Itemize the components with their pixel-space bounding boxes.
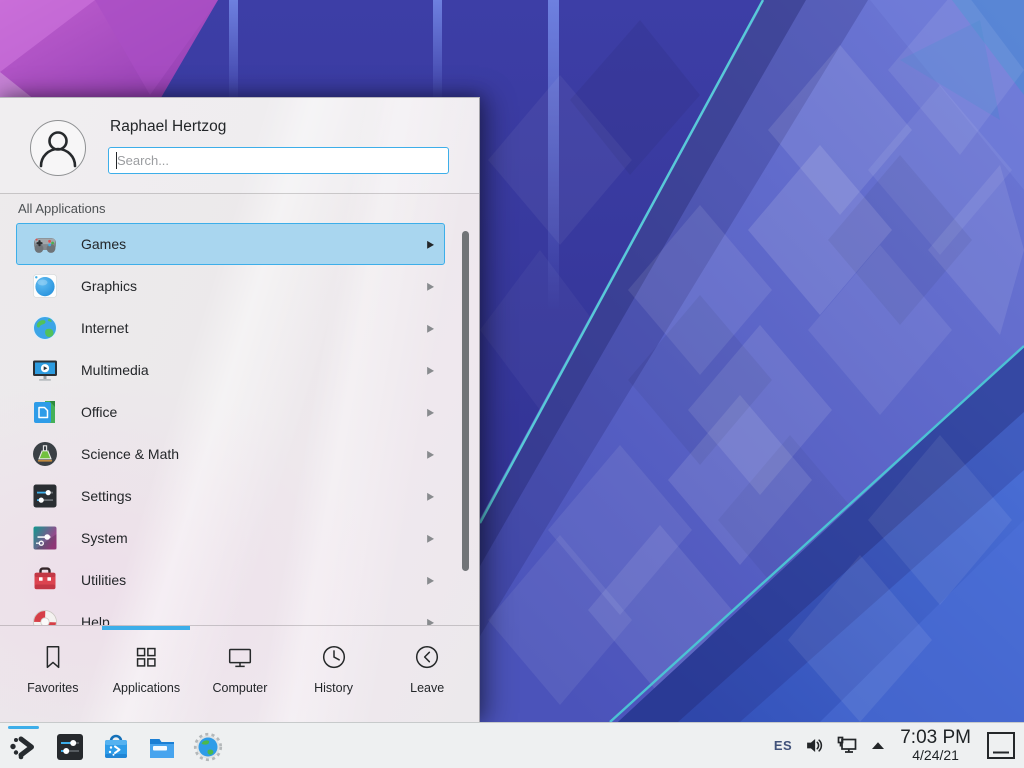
menu-item-multimedia[interactable]: Multimedia ▶ — [16, 349, 445, 391]
gamepad-icon — [31, 230, 59, 258]
network-icon[interactable] — [837, 735, 858, 756]
monitor-icon — [225, 642, 255, 672]
tab-computer[interactable]: Computer — [193, 630, 287, 718]
tab-label: Computer — [213, 681, 268, 695]
submenu-arrow-icon: ▶ — [427, 280, 434, 293]
keyboard-layout-indicator[interactable]: ES — [774, 738, 792, 753]
menu-item-internet[interactable]: Internet ▶ — [16, 307, 445, 349]
taskbar-browser-button[interactable] — [192, 731, 224, 763]
menu-item-label: Utilities — [81, 572, 126, 588]
search-input[interactable] — [108, 147, 449, 174]
menu-item-label: Graphics — [81, 278, 137, 294]
menu-item-label: System — [81, 530, 128, 546]
sliders-dark-icon — [31, 482, 59, 510]
tab-label: Leave — [410, 681, 444, 695]
tab-label: History — [314, 681, 353, 695]
documents-icon — [31, 398, 59, 426]
lifebuoy-icon — [31, 608, 59, 625]
menu-item-science-math[interactable]: Science & Math ▶ — [16, 433, 445, 475]
menu-item-system[interactable]: System ▶ — [16, 517, 445, 559]
submenu-arrow-icon: ▶ — [427, 322, 434, 335]
digital-clock[interactable]: 7:03 PM 4/24/21 — [900, 728, 971, 763]
menu-item-label: Office — [81, 404, 117, 420]
submenu-arrow-icon: ▶ — [427, 364, 434, 377]
submenu-arrow-icon: ▶ — [427, 616, 434, 625]
category-list: Games ▶ Graphics ▶ Intern — [16, 223, 445, 625]
menu-item-label: Internet — [81, 320, 128, 336]
clock-date: 4/24/21 — [912, 748, 959, 763]
flask-icon — [31, 440, 59, 468]
tab-history[interactable]: History — [287, 630, 381, 718]
leave-circle-icon — [412, 642, 442, 672]
menu-item-settings[interactable]: Settings ▶ — [16, 475, 445, 517]
show-desktop-button[interactable] — [986, 731, 1016, 760]
grid-icon — [131, 642, 161, 672]
launcher-tabbar: Favorites Applications Computer — [6, 630, 474, 718]
taskbar-discover-button[interactable] — [100, 731, 132, 763]
list-scrollbar[interactable] — [462, 231, 469, 571]
menu-item-label: Science & Math — [81, 446, 179, 462]
system-settings-icon — [54, 731, 86, 763]
submenu-arrow-icon: ▶ — [427, 532, 434, 545]
tab-leave[interactable]: Leave — [380, 630, 474, 718]
application-launcher-menu: Raphael Hertzog All Applications Games ▶ — [0, 97, 480, 722]
submenu-arrow-icon: ▶ — [427, 448, 434, 461]
user-name: Raphael Hertzog — [110, 118, 226, 136]
discover-bag-icon — [100, 731, 132, 763]
submenu-arrow-icon: ▶ — [427, 406, 434, 419]
globe-icon — [31, 314, 59, 342]
blue-sphere-icon — [31, 272, 59, 300]
text-cursor — [116, 152, 117, 169]
taskbar-launcher-button[interactable] — [8, 731, 40, 763]
section-label: All Applications — [18, 201, 105, 216]
menu-item-label: Multimedia — [81, 362, 149, 378]
header-divider — [0, 193, 479, 194]
taskbar-dolphin-button[interactable] — [146, 731, 178, 763]
menu-item-label: Settings — [81, 488, 132, 504]
monitor-play-icon — [31, 356, 59, 384]
menu-item-label: Help — [81, 614, 110, 625]
kde-launcher-icon — [8, 731, 40, 763]
submenu-arrow-icon: ▶ — [427, 490, 434, 503]
tab-label: Applications — [113, 681, 180, 695]
taskbar-launchers — [0, 729, 224, 763]
launcher-header: Raphael Hertzog — [0, 98, 479, 193]
bookmark-icon — [38, 642, 68, 672]
menu-item-games[interactable]: Games ▶ — [16, 223, 445, 265]
tabbar-divider — [0, 625, 479, 626]
submenu-arrow-icon: ▶ — [427, 574, 434, 587]
user-avatar — [30, 120, 86, 176]
globe-gear-browser-icon — [192, 731, 224, 763]
expand-tray-arrow-icon[interactable] — [871, 741, 885, 750]
volume-icon[interactable] — [805, 736, 824, 755]
tab-favorites[interactable]: Favorites — [6, 630, 100, 718]
toolbox-icon — [31, 566, 59, 594]
clock-icon — [319, 642, 349, 672]
menu-item-help[interactable]: Help ▶ — [16, 601, 445, 625]
taskbar-system-settings-button[interactable] — [54, 731, 86, 763]
submenu-arrow-icon: ▶ — [427, 238, 434, 251]
tab-applications[interactable]: Applications — [100, 630, 194, 718]
tab-label: Favorites — [27, 681, 78, 695]
menu-item-utilities[interactable]: Utilities ▶ — [16, 559, 445, 601]
menu-item-label: Games — [81, 236, 126, 252]
dolphin-folder-icon — [146, 731, 178, 763]
menu-item-office[interactable]: Office ▶ — [16, 391, 445, 433]
user-silhouette-icon — [31, 121, 85, 175]
system-tray: ES 7:03 PM 4/24/21 — [774, 728, 1024, 763]
sliders-gradient-icon — [31, 524, 59, 552]
menu-item-graphics[interactable]: Graphics ▶ — [16, 265, 445, 307]
clock-time: 7:03 PM — [900, 728, 971, 748]
active-task-indicator — [8, 726, 39, 730]
taskbar-panel: ES 7:03 PM 4/24/21 — [0, 722, 1024, 768]
